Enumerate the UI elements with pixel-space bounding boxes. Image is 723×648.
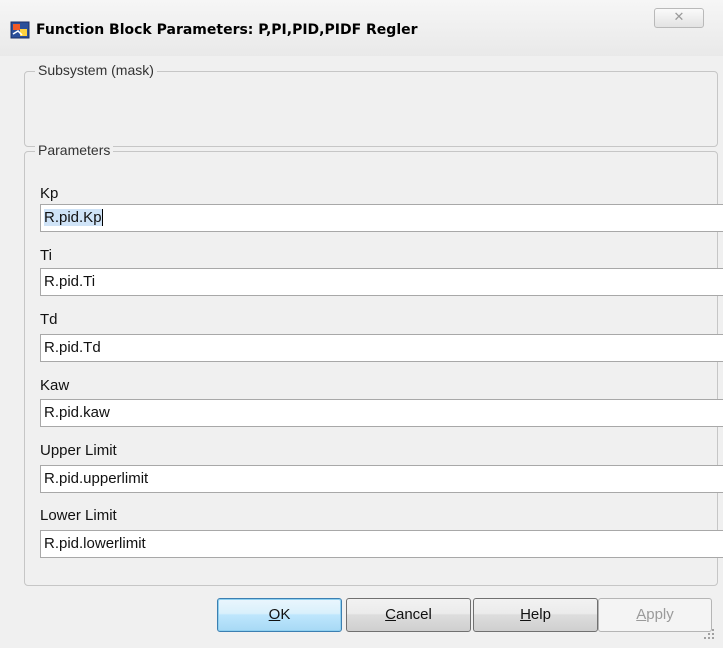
subsystem-legend: Subsystem (mask) [35,62,157,78]
apply-mnemonic: A [636,606,647,623]
help-mnemonic: H [520,606,531,623]
upper-limit-label: Upper Limit [40,442,117,459]
help-label: elp [530,606,551,623]
title-bar[interactable]: Function Block Parameters: P,PI,PID,PIDF… [0,0,723,56]
parameters-legend: Parameters [35,142,114,158]
close-icon: ✕ [673,10,685,25]
close-button[interactable]: ✕ [654,8,704,28]
lower-limit-input[interactable]: R.pid.lowerlimit [40,530,723,558]
apply-label: pply [646,606,674,623]
kp-input[interactable]: R.pid.Kp [40,204,723,232]
simulink-block-icon [10,21,30,39]
ti-input[interactable]: R.pid.Ti [40,268,723,296]
subsystem-groupbox: Subsystem (mask) [24,62,718,147]
cancel-button[interactable]: Cancel [346,598,471,632]
ok-label: K [280,606,291,623]
dialog-body: Subsystem (mask) Parameters Kp R.pid.Kp … [0,56,723,648]
kaw-input[interactable]: R.pid.kaw [40,399,723,427]
upper-limit-input[interactable]: R.pid.upperlimit [40,465,723,493]
ok-button[interactable]: OK [217,598,342,632]
resize-grip-icon[interactable] [700,625,716,641]
cancel-mnemonic: C [385,606,396,623]
td-input[interactable]: R.pid.Td [40,334,723,362]
ok-mnemonic: O [268,606,281,623]
parameters-groupbox: Parameters Kp R.pid.Kp Ti R.pid.Ti Td R.… [24,142,723,586]
apply-button[interactable]: Apply [598,598,712,632]
td-label: Td [40,311,58,328]
window-title: Function Block Parameters: P,PI,PID,PIDF… [36,22,418,38]
help-button[interactable]: Help [473,598,598,632]
cancel-label: ancel [395,606,432,623]
text-caret [101,209,103,226]
kp-label: Kp [40,185,59,202]
lower-limit-label: Lower Limit [40,507,117,524]
kaw-label: Kaw [40,377,70,394]
kp-value-selected: R.pid.Kp [44,209,102,226]
ti-label: Ti [40,247,52,264]
